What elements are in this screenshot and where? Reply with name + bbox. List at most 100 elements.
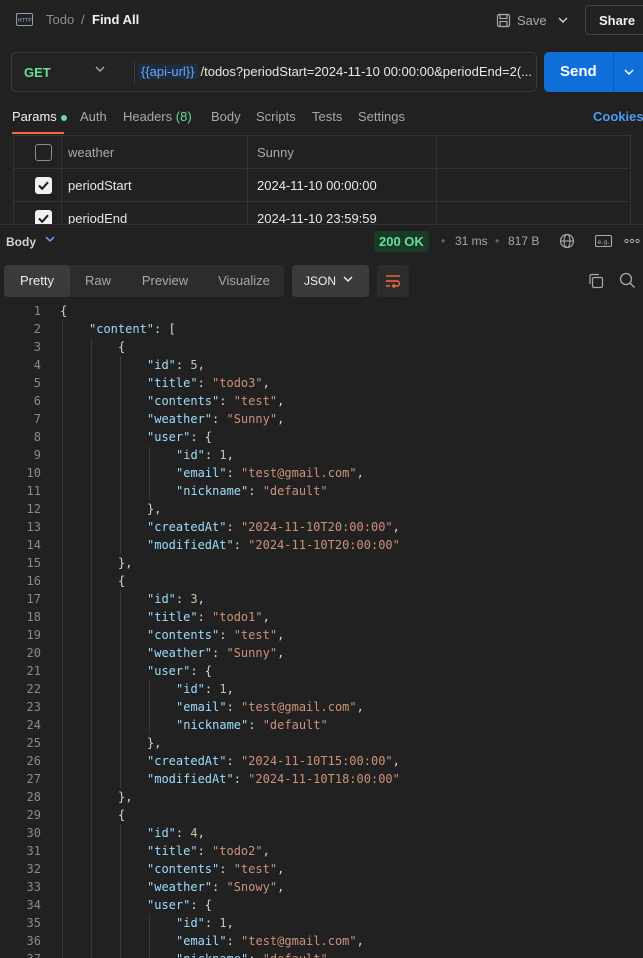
request-title[interactable]: Find All [92,12,139,27]
response-body-editor[interactable]: 1{2 "content": [3{4 "id": 5, 5 "title": "tod… [0,301,643,958]
response-size[interactable]: 817 B [508,234,539,248]
code-line: 21 "user": { [0,662,643,680]
param-key-cell[interactable]: periodStart [61,169,247,202]
param-description-cell[interactable] [436,136,630,169]
response-view-tabs: Pretty Raw Preview Visualize [4,265,284,297]
separator-dot: • [495,234,500,248]
response-section-label[interactable]: Body [6,235,36,249]
save-icon [496,13,511,27]
example-icon[interactable]: e.g. [595,234,613,248]
param-value-cell[interactable]: 2024-11-10 00:00:00 [247,169,436,202]
cookies-link[interactable]: Cookies [593,109,643,124]
breadcrumb-collection[interactable]: Todo [46,12,74,27]
save-label: Save [517,12,547,28]
code-line: 35 "id": 1, [0,914,643,932]
param-value-cell[interactable]: Sunny [247,136,436,169]
param-value: 2024-11-10 00:00:00 [257,178,377,193]
view-tab-pretty[interactable]: Pretty [4,265,70,297]
json-key: "email" [176,466,227,480]
param-checkbox[interactable] [35,144,52,161]
view-tab-raw[interactable]: Raw [70,265,126,297]
line-number: 21 [26,664,41,678]
code-line: 17 "id": 3, [0,590,643,608]
code-text: "email": "test@gmail.com", [176,932,364,950]
tab-scripts[interactable]: Scripts [256,109,296,124]
format-select[interactable]: JSON [292,265,369,297]
pane-divider[interactable] [0,224,643,225]
code-text: "user": { [147,896,212,914]
json-key: "nickname" [176,484,249,498]
code-line: 18 "title": "todo1", [0,608,643,626]
chevron-down-icon[interactable] [95,66,105,72]
svg-text:e.g.: e.g. [597,238,609,246]
param-description-cell[interactable] [436,202,630,224]
json-string: "todo2" [212,844,263,858]
svg-text:HTTP: HTTP [17,18,32,24]
code-line: 11 "nickname": "default" [0,482,643,500]
json-string: "2024-11-10T18:00:00" [248,772,400,786]
param-key-cell[interactable]: periodEnd [61,202,247,224]
save-button[interactable]: Save [490,7,553,33]
json-punctuation: , [226,916,234,930]
tab-auth[interactable]: Auth [80,109,107,124]
send-options-button[interactable] [613,52,643,92]
line-number: 15 [26,556,41,570]
chevron-down-icon[interactable] [45,236,55,242]
code-text: "nickname": "default" [176,950,328,958]
share-button[interactable]: Share [585,5,643,35]
param-checkbox[interactable] [35,177,52,194]
json-punctuation: , [277,880,285,894]
json-key: "user" [147,430,191,444]
tab-tests[interactable]: Tests [312,109,342,124]
json-punctuation: : [ [154,322,176,336]
code-text: "title": "todo1", [147,608,270,626]
line-number: 35 [26,916,41,930]
code-line: 36 "email": "test@gmail.com", [0,932,643,950]
wrap-lines-icon [386,275,401,288]
code-text: "createdAt": "2024-11-10T20:00:00", [147,518,400,536]
status-badge[interactable]: 200 OK [374,231,429,252]
tab-label: Params [12,109,57,124]
search-icon[interactable] [619,272,636,289]
view-tab-preview[interactable]: Preview [126,265,204,297]
json-key: "title" [147,844,198,858]
json-punctuation: : [226,934,242,948]
param-value: 2024-11-10 23:59:59 [257,211,377,224]
json-key: "user" [147,898,191,912]
send-button[interactable]: Send [544,52,613,92]
save-options-button[interactable] [550,7,576,33]
code-line: 14 "modifiedAt": "2024-11-10T20:00:00" [0,536,643,554]
top-bar: HTTP Todo / Find All Save Share [0,0,643,40]
wrap-lines-button[interactable] [377,265,409,297]
code-text: "user": { [147,662,212,680]
response-time[interactable]: 31 ms [455,234,488,248]
code-text: { [60,302,67,320]
more-options-icon[interactable] [624,238,640,244]
globe-icon[interactable] [559,233,575,249]
code-text: }, [118,788,132,806]
json-punctuation: : [248,952,262,958]
tab-params[interactable]: Params [12,109,67,124]
param-description-cell[interactable] [436,169,630,202]
copy-icon[interactable] [588,273,604,289]
active-tab-indicator [12,132,64,134]
tab-headers[interactable]: Headers (8) [123,109,192,124]
param-key: periodStart [68,178,132,193]
code-line: 24 "nickname": "default" [0,716,643,734]
line-number: 16 [26,574,41,588]
code-text: "id": 1, [176,446,234,464]
json-punctuation: , [277,862,285,876]
tab-settings[interactable]: Settings [358,109,405,124]
tab-body[interactable]: Body [211,109,241,124]
view-tab-visualize[interactable]: Visualize [204,265,284,297]
url-variable[interactable]: {{api-url}} [138,64,198,79]
url-input[interactable]: {{api-url}}/todos?periodStart=2024-11-10… [138,64,534,79]
json-key: "modifiedAt" [147,772,234,786]
method-select[interactable]: GET [24,65,51,80]
param-value-cell[interactable]: 2024-11-10 23:59:59 [247,202,436,224]
param-checkbox[interactable] [35,210,52,224]
code-line: 32 "contents": "test", [0,860,643,878]
json-key: "contents" [147,862,220,876]
param-key-cell[interactable]: weather [61,136,247,169]
checkbox-cell [14,169,61,202]
